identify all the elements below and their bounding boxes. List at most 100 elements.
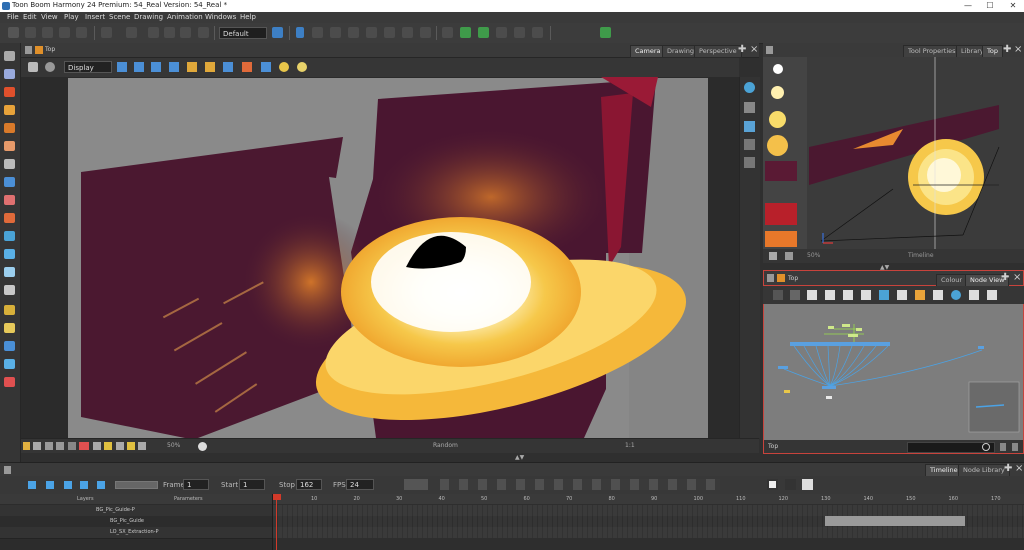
morph-tool-icon[interactable] bbox=[4, 377, 15, 387]
animate-icon[interactable] bbox=[384, 27, 395, 38]
3d-view-icon[interactable] bbox=[744, 121, 755, 132]
render-preview-icon[interactable] bbox=[744, 82, 755, 93]
menu-help[interactable]: Help bbox=[240, 13, 256, 21]
bone-tool-icon[interactable] bbox=[4, 305, 15, 315]
drawing-icon[interactable] bbox=[915, 290, 925, 300]
delete-icon[interactable] bbox=[198, 27, 209, 38]
swatch-yellow[interactable] bbox=[767, 135, 788, 156]
start-field[interactable]: 1 bbox=[239, 479, 265, 490]
top-zoom-label[interactable]: 50% bbox=[807, 252, 820, 259]
play-icon[interactable] bbox=[28, 481, 36, 489]
refresh-icon[interactable] bbox=[116, 442, 124, 450]
stop-field[interactable]: 162 bbox=[296, 479, 322, 490]
fps-field[interactable]: 24 bbox=[346, 479, 374, 490]
menu-drawing[interactable]: Drawing bbox=[134, 13, 163, 21]
layer-icon[interactable] bbox=[744, 102, 755, 113]
onion-icon[interactable] bbox=[297, 62, 307, 72]
wrench-icon[interactable] bbox=[987, 290, 997, 300]
display-icon[interactable] bbox=[861, 290, 871, 300]
frame-icon[interactable] bbox=[56, 442, 64, 450]
redo-icon[interactable] bbox=[126, 27, 137, 38]
mask-toggle-icon[interactable] bbox=[93, 442, 101, 450]
playback-speed-slider[interactable] bbox=[115, 481, 158, 489]
tab-camera[interactable]: Camera bbox=[630, 45, 666, 58]
maintain-size-icon[interactable] bbox=[402, 27, 413, 38]
zoom-in-icon[interactable] bbox=[1012, 443, 1018, 451]
playhead[interactable] bbox=[276, 494, 277, 550]
add-view-icon[interactable]: ✚ bbox=[1001, 272, 1009, 283]
bulb-icon[interactable] bbox=[23, 442, 30, 450]
animate-mode-icon[interactable] bbox=[28, 62, 38, 72]
save-as-icon[interactable] bbox=[59, 27, 70, 38]
fill-tool-icon[interactable] bbox=[4, 267, 15, 277]
reset-view-icon[interactable] bbox=[134, 62, 144, 72]
new-scene-icon[interactable] bbox=[8, 27, 19, 38]
move-icon[interactable] bbox=[969, 290, 979, 300]
display-dropdown[interactable]: Display bbox=[64, 61, 112, 73]
deformer-icon[interactable] bbox=[442, 27, 453, 38]
ellipse-tool-icon[interactable] bbox=[4, 195, 15, 205]
cutter-tool-icon[interactable] bbox=[4, 231, 15, 241]
menu-edit[interactable]: Edit bbox=[23, 13, 37, 21]
menu-icon[interactable] bbox=[4, 466, 11, 474]
kinematic-icon[interactable] bbox=[514, 27, 525, 38]
text-tool-icon[interactable] bbox=[4, 159, 15, 169]
open-icon[interactable] bbox=[25, 27, 36, 38]
refresh-icon[interactable] bbox=[785, 252, 793, 260]
add-view-icon[interactable]: ✚ bbox=[1003, 44, 1011, 55]
paint-tool-icon[interactable] bbox=[4, 123, 15, 133]
reset-zoom-icon[interactable] bbox=[169, 62, 179, 72]
add-view-icon[interactable]: ✚ bbox=[1004, 463, 1012, 474]
palette-icon[interactable] bbox=[127, 442, 135, 450]
workspace-dropdown[interactable]: Default bbox=[219, 27, 267, 39]
select-mode-icon[interactable] bbox=[296, 27, 304, 38]
key-mode-icon[interactable] bbox=[767, 479, 778, 490]
paste-icon[interactable] bbox=[180, 27, 191, 38]
zoom-tool-icon[interactable] bbox=[4, 359, 15, 369]
node-view-canvas[interactable] bbox=[763, 304, 1024, 440]
light-icon[interactable] bbox=[279, 62, 289, 72]
bone-icon[interactable] bbox=[496, 27, 507, 38]
playhead-marker[interactable] bbox=[273, 494, 281, 500]
menu-animation[interactable]: Animation bbox=[167, 13, 203, 21]
grid-toggle-icon[interactable] bbox=[45, 442, 53, 450]
rectangle-tool-icon[interactable] bbox=[4, 177, 15, 187]
menu-insert[interactable]: Insert bbox=[85, 13, 105, 21]
select-tool-icon[interactable] bbox=[4, 51, 15, 61]
maximize-button[interactable]: ☐ bbox=[982, 0, 998, 12]
save-icon[interactable] bbox=[42, 27, 53, 38]
brush-tool-icon[interactable] bbox=[4, 87, 15, 97]
layer-row[interactable]: LO_SX_Extraction-P bbox=[0, 527, 272, 539]
onion-range-field[interactable] bbox=[404, 479, 428, 490]
panel-close-icon[interactable]: × bbox=[1013, 272, 1021, 283]
rotate-icon[interactable] bbox=[330, 27, 341, 38]
key-icon[interactable] bbox=[802, 479, 813, 490]
swatch-cream[interactable] bbox=[771, 86, 784, 99]
composite-icon[interactable] bbox=[843, 290, 853, 300]
panel-close-icon[interactable]: × bbox=[750, 44, 758, 55]
undo-icon[interactable] bbox=[101, 27, 112, 38]
menu-scene[interactable]: Scene bbox=[109, 13, 130, 21]
contour-editor-icon[interactable] bbox=[4, 69, 15, 79]
timeline-grid[interactable]: 10 20 30 40 50 60 70 80 90 100 110 120 130 140 150 160 1… bbox=[273, 494, 1024, 550]
camera-breadcrumb[interactable]: Top bbox=[45, 46, 55, 53]
gear-small-icon[interactable] bbox=[138, 442, 146, 450]
play-selection-icon[interactable] bbox=[46, 481, 54, 489]
renderer-label[interactable]: Random bbox=[433, 442, 458, 449]
fit-view-icon[interactable] bbox=[223, 62, 233, 72]
network-icon[interactable] bbox=[879, 290, 889, 300]
view-icon[interactable] bbox=[68, 442, 76, 450]
eraser-tool-icon[interactable] bbox=[4, 141, 15, 151]
stack-down-icon[interactable] bbox=[744, 157, 755, 168]
exposure-block[interactable] bbox=[825, 516, 965, 526]
tab-perspective[interactable]: Perspective bbox=[694, 45, 742, 58]
home-icon[interactable] bbox=[777, 274, 785, 282]
menu-icon[interactable] bbox=[767, 274, 774, 282]
dropper-tool-icon[interactable] bbox=[4, 249, 15, 259]
add-view-icon[interactable]: ✚ bbox=[738, 44, 746, 55]
rigging-tool-icon[interactable] bbox=[4, 323, 15, 333]
node-tool-icon[interactable] bbox=[790, 290, 800, 300]
scale-icon[interactable] bbox=[348, 27, 359, 38]
swatch-light-yellow[interactable] bbox=[769, 111, 786, 128]
zoom-level[interactable]: 50% bbox=[167, 442, 180, 449]
